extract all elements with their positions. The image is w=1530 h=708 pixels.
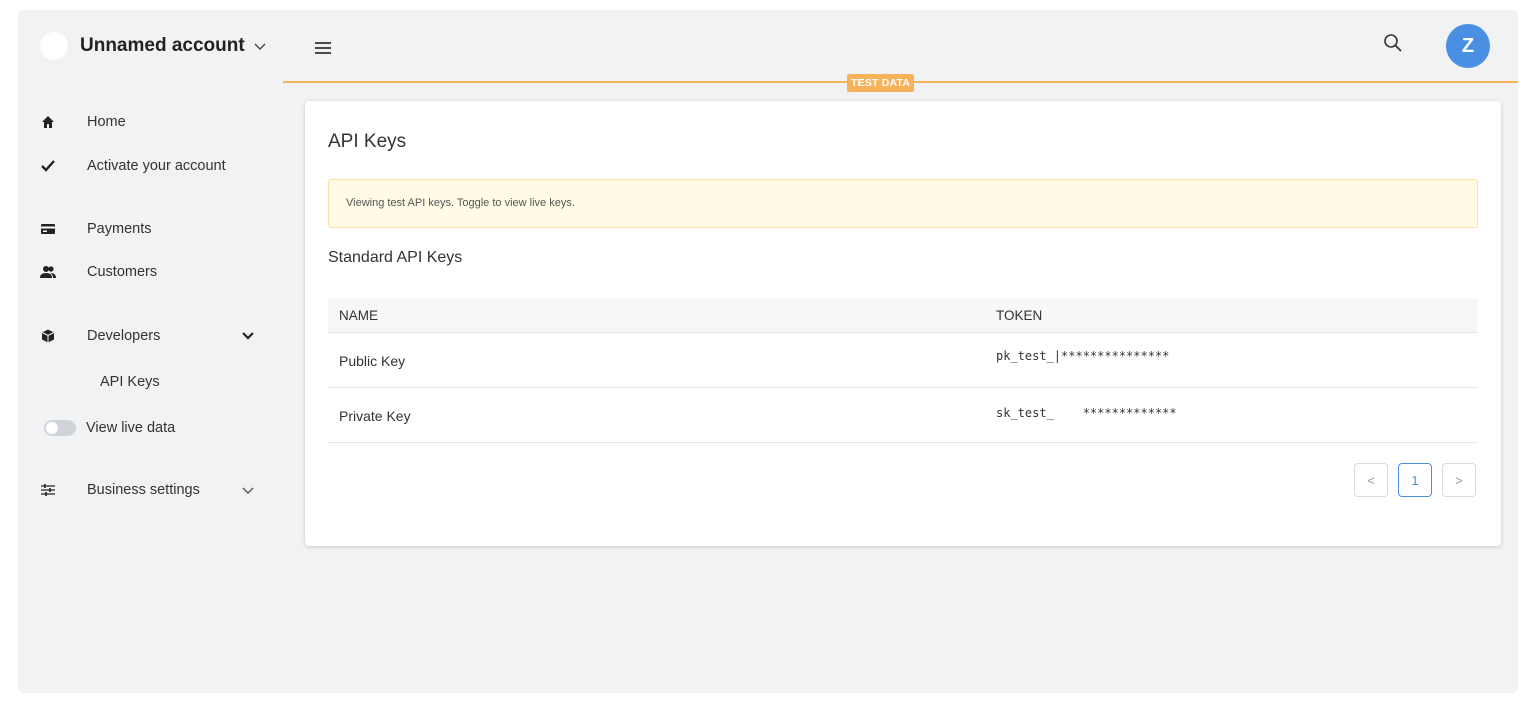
sidebar-item-developers[interactable]: Developers bbox=[40, 324, 254, 348]
section-title: Standard API Keys bbox=[328, 249, 463, 266]
chevron-down-icon bbox=[242, 487, 254, 494]
hamburger-menu-icon[interactable] bbox=[314, 40, 332, 56]
key-name: Private Key bbox=[339, 408, 411, 424]
api-keys-card: API Keys Viewing test API keys. Toggle t… bbox=[305, 101, 1501, 546]
account-logo bbox=[40, 32, 68, 60]
users-icon bbox=[40, 264, 56, 280]
search-icon[interactable] bbox=[1382, 32, 1404, 54]
prev-page-button[interactable]: < bbox=[1354, 463, 1388, 497]
column-header-name: NAME bbox=[339, 308, 379, 323]
sidebar-item-label: Activate your account bbox=[87, 158, 226, 174]
test-data-badge: TEST DATA bbox=[847, 74, 915, 92]
sidebar-item-label: Business settings bbox=[87, 482, 200, 498]
sidebar-item-customers[interactable]: Customers bbox=[40, 260, 157, 284]
pagination: < 1 > bbox=[1354, 463, 1486, 497]
table-row: Public Key pk_test_|*************** bbox=[328, 333, 1478, 388]
account-name: Unnamed account bbox=[80, 35, 245, 56]
chevron-down-icon bbox=[242, 332, 254, 340]
sidebar-item-label: Developers bbox=[87, 328, 161, 344]
user-avatar[interactable]: Z bbox=[1446, 24, 1490, 68]
column-header-token: TOKEN bbox=[996, 308, 1043, 323]
cube-icon bbox=[40, 328, 56, 344]
table-row: Private Key sk_test_ ************* bbox=[328, 388, 1478, 443]
sidebar-subitem-api-keys[interactable]: API Keys bbox=[100, 374, 160, 390]
key-name: Public Key bbox=[339, 353, 406, 369]
chevron-down-icon bbox=[254, 43, 266, 50]
test-keys-notice: Viewing test API keys. Toggle to view li… bbox=[328, 179, 1478, 228]
page-title: API Keys bbox=[328, 131, 407, 152]
sidebar-item-payments[interactable]: Payments bbox=[40, 217, 151, 241]
sidebar-item-label: View live data bbox=[86, 420, 176, 436]
credit-card-icon bbox=[40, 221, 56, 237]
account-switcher[interactable]: Unnamed account bbox=[40, 32, 267, 60]
sidebar-item-business-settings[interactable]: Business settings bbox=[40, 478, 254, 502]
page-1-button[interactable]: 1 bbox=[1398, 463, 1432, 497]
table-header: NAME TOKEN bbox=[328, 299, 1478, 333]
view-live-data-toggle[interactable]: View live data bbox=[44, 416, 175, 440]
sliders-icon bbox=[40, 482, 56, 498]
sidebar-item-home[interactable]: Home bbox=[40, 110, 126, 134]
check-icon bbox=[40, 158, 56, 174]
next-page-button[interactable]: > bbox=[1442, 463, 1476, 497]
key-token[interactable]: pk_test_|*************** bbox=[996, 349, 1169, 363]
home-icon bbox=[40, 114, 56, 130]
app-frame: Unnamed account Home Activate your accou… bbox=[18, 10, 1518, 693]
key-token[interactable]: sk_test_ ************* bbox=[996, 406, 1177, 420]
sidebar-item-label: Customers bbox=[87, 264, 158, 280]
sidebar-item-activate[interactable]: Activate your account bbox=[40, 154, 226, 178]
sidebar-item-label: Payments bbox=[87, 221, 152, 237]
toggle-icon[interactable] bbox=[44, 420, 76, 436]
api-keys-table: NAME TOKEN Public Key pk_test_|*********… bbox=[328, 299, 1478, 443]
sidebar-item-label: Home bbox=[87, 114, 126, 130]
